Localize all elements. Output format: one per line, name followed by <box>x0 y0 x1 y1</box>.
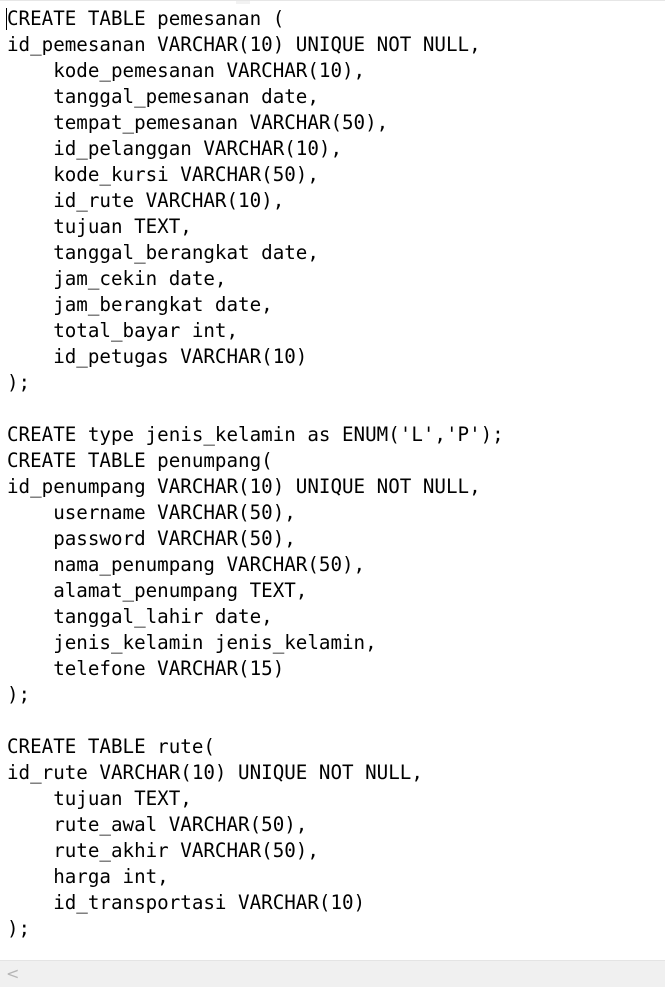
code-line: jam_berangkat date, <box>7 293 273 316</box>
code-line: id_rute VARCHAR(10) UNIQUE NOT NULL, <box>7 761 423 784</box>
code-line: username VARCHAR(50), <box>7 501 296 524</box>
chevron-left-icon[interactable]: < <box>6 964 19 983</box>
code-line: CREATE TABLE pemesanan ( <box>7 7 285 30</box>
code-editor[interactable]: CREATE TABLE pemesanan ( id_pemesanan VA… <box>0 6 665 960</box>
horizontal-scrollbar[interactable]: < <box>0 960 665 987</box>
code-line: tanggal_pemesanan date, <box>7 85 319 108</box>
code-line: ); <box>7 371 31 394</box>
code-line: kode_pemesanan VARCHAR(10), <box>7 59 366 82</box>
top-edge-notch <box>236 1 250 4</box>
code-line: tujuan TEXT, <box>7 215 192 238</box>
code-line: id_pemesanan VARCHAR(10) UNIQUE NOT NULL… <box>7 33 481 56</box>
code-line: id_pelanggan VARCHAR(10), <box>7 137 343 160</box>
window-bottom-edge <box>0 987 665 991</box>
code-line: tujuan TEXT, <box>7 787 192 810</box>
code-line: tanggal_berangkat date, <box>7 241 319 264</box>
code-line: harga int, <box>7 865 169 888</box>
code-line: rute_akhir VARCHAR(50), <box>7 839 319 862</box>
code-line: rute_awal VARCHAR(50), <box>7 813 308 836</box>
code-line: telefone VARCHAR(15) <box>7 657 285 680</box>
code-line: CREATE type jenis_kelamin as ENUM('L','P… <box>7 423 504 446</box>
code-line: jam_cekin date, <box>7 267 227 290</box>
code-line: alamat_penumpang TEXT, <box>7 579 308 602</box>
code-line: password VARCHAR(50), <box>7 527 296 550</box>
code-line: kode_kursi VARCHAR(50), <box>7 163 319 186</box>
code-line: tanggal_lahir date, <box>7 605 273 628</box>
code-line: CREATE TABLE penumpang( <box>7 449 273 472</box>
code-line: id_penumpang VARCHAR(10) UNIQUE NOT NULL… <box>7 475 481 498</box>
code-line: tempat_pemesanan VARCHAR(50), <box>7 111 389 134</box>
code-line: id_transportasi VARCHAR(10) <box>7 891 366 914</box>
code-line: total_bayar int, <box>7 319 239 342</box>
code-line: jenis_kelamin jenis_kelamin, <box>7 631 377 654</box>
code-line: nama_penumpang VARCHAR(50), <box>7 553 366 576</box>
code-line: ); <box>7 683 31 706</box>
window-top-edge <box>0 0 665 4</box>
code-line: id_rute VARCHAR(10), <box>7 189 285 212</box>
code-line: CREATE TABLE rute( <box>7 735 215 758</box>
code-line: ); <box>7 917 31 940</box>
code-line: id_petugas VARCHAR(10) <box>7 345 308 368</box>
